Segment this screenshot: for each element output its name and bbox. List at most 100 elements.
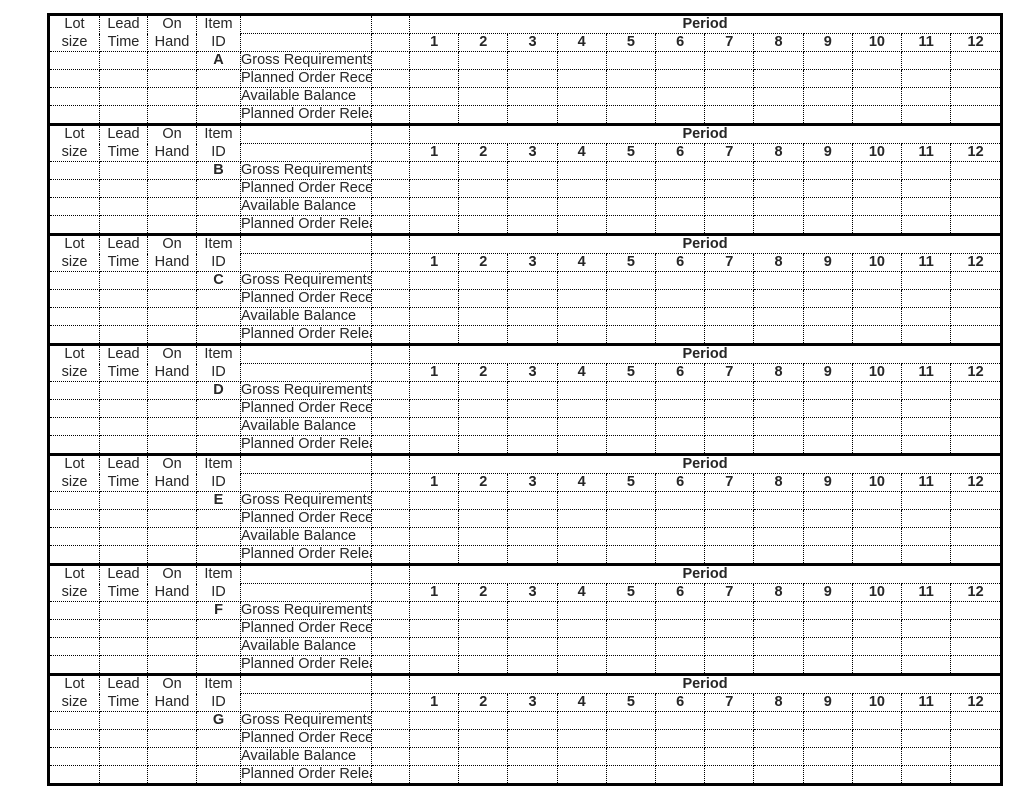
period-value-cell[interactable]: [655, 197, 706, 216]
period-value-cell[interactable]: [557, 417, 607, 436]
period-value-cell[interactable]: [458, 417, 509, 436]
period-value-cell[interactable]: [458, 491, 509, 510]
period-value-cell[interactable]: [458, 509, 509, 528]
lot-size-cell[interactable]: [50, 729, 100, 748]
period-value-cell[interactable]: [901, 601, 952, 620]
period-value-cell[interactable]: [606, 637, 657, 656]
item-id-cell[interactable]: [196, 545, 241, 563]
period-value-cell[interactable]: [606, 197, 657, 216]
lead-time-cell[interactable]: [99, 325, 148, 343]
period-value-cell[interactable]: [803, 417, 853, 436]
period-value-cell[interactable]: [704, 381, 755, 400]
on-hand-cell[interactable]: [147, 417, 197, 436]
period-value-cell[interactable]: [803, 307, 853, 326]
period-value-cell[interactable]: [803, 527, 853, 546]
period-value-cell[interactable]: [557, 289, 607, 308]
period-value-cell[interactable]: [606, 105, 657, 123]
period-value-cell[interactable]: [901, 289, 952, 308]
lot-size-cell[interactable]: [50, 711, 100, 730]
period-value-cell[interactable]: [803, 105, 853, 123]
item-id-cell[interactable]: G: [196, 711, 241, 730]
period-value-cell[interactable]: [753, 509, 804, 528]
on-hand-cell[interactable]: [147, 527, 197, 546]
period-value-cell[interactable]: [950, 197, 1000, 216]
period-value-cell[interactable]: [655, 435, 706, 453]
period-value-cell[interactable]: [557, 765, 607, 783]
period-value-cell[interactable]: [753, 325, 804, 343]
period-value-cell[interactable]: [950, 69, 1000, 88]
lot-size-cell[interactable]: [50, 619, 100, 638]
on-hand-cell[interactable]: [147, 307, 197, 326]
period-value-cell[interactable]: [803, 509, 853, 528]
period-value-cell[interactable]: [803, 491, 853, 510]
period-value-cell[interactable]: [852, 179, 903, 198]
period-value-cell[interactable]: [606, 69, 657, 88]
lead-time-cell[interactable]: [99, 69, 148, 88]
lead-time-cell[interactable]: [99, 381, 148, 400]
period-value-cell[interactable]: [950, 491, 1000, 510]
period-value-cell[interactable]: [753, 619, 804, 638]
period-value-cell[interactable]: [753, 527, 804, 546]
period-value-cell[interactable]: [803, 271, 853, 290]
period-value-cell[interactable]: [409, 527, 460, 546]
period-value-cell[interactable]: [901, 51, 952, 70]
lot-size-cell[interactable]: [50, 215, 100, 233]
lot-size-cell[interactable]: [50, 435, 100, 453]
period-value-cell[interactable]: [655, 747, 706, 766]
lot-size-cell[interactable]: [50, 307, 100, 326]
period-value-cell[interactable]: [901, 271, 952, 290]
period-value-cell[interactable]: [507, 307, 558, 326]
period-value-cell[interactable]: [951, 216, 1000, 234]
period-value-cell[interactable]: [803, 325, 853, 343]
period-value-cell[interactable]: [507, 637, 558, 656]
lead-time-cell[interactable]: [99, 179, 148, 198]
period-value-cell[interactable]: [557, 197, 607, 216]
period-value-cell[interactable]: [655, 509, 706, 528]
period-value-cell[interactable]: [409, 105, 460, 123]
period-value-cell[interactable]: [852, 601, 903, 620]
lot-size-cell[interactable]: [50, 51, 100, 70]
period-value-cell[interactable]: [950, 51, 1000, 70]
period-value-cell[interactable]: [950, 509, 1000, 528]
lot-size-cell[interactable]: [50, 399, 100, 418]
period-value-cell[interactable]: [753, 491, 804, 510]
period-value-cell[interactable]: [458, 399, 509, 418]
on-hand-cell[interactable]: [147, 325, 197, 343]
lot-size-cell[interactable]: [50, 637, 100, 656]
item-id-cell[interactable]: [196, 619, 241, 638]
period-value-cell[interactable]: [409, 417, 460, 436]
lead-time-cell[interactable]: [99, 161, 148, 180]
period-value-cell[interactable]: [557, 601, 607, 620]
period-value-cell[interactable]: [409, 179, 460, 198]
period-value-cell[interactable]: [557, 435, 607, 453]
period-value-cell[interactable]: [458, 179, 509, 198]
period-value-cell[interactable]: [507, 747, 558, 766]
period-value-cell[interactable]: [458, 545, 509, 563]
period-value-cell[interactable]: [409, 747, 460, 766]
period-value-cell[interactable]: [606, 417, 657, 436]
period-value-cell[interactable]: [852, 51, 903, 70]
item-id-cell[interactable]: [196, 215, 241, 233]
period-value-cell[interactable]: [507, 619, 558, 638]
period-value-cell[interactable]: [753, 289, 804, 308]
item-id-cell[interactable]: [196, 435, 241, 453]
period-value-cell[interactable]: [507, 105, 558, 123]
period-value-cell[interactable]: [606, 765, 657, 783]
period-value-cell[interactable]: [951, 766, 1000, 784]
item-id-cell[interactable]: E: [196, 491, 241, 510]
period-value-cell[interactable]: [950, 637, 1000, 656]
period-value-cell[interactable]: [852, 527, 903, 546]
period-value-cell[interactable]: [852, 161, 903, 180]
lead-time-cell[interactable]: [99, 435, 148, 453]
period-value-cell[interactable]: [409, 289, 460, 308]
period-value-cell[interactable]: [409, 271, 460, 290]
period-value-cell[interactable]: [704, 197, 755, 216]
lot-size-cell[interactable]: [50, 509, 100, 528]
period-value-cell[interactable]: [458, 215, 509, 233]
period-value-cell[interactable]: [950, 711, 1000, 730]
period-value-cell[interactable]: [901, 435, 952, 453]
period-value-cell[interactable]: [753, 637, 804, 656]
item-id-cell[interactable]: [196, 655, 241, 673]
item-id-cell[interactable]: [196, 729, 241, 748]
period-value-cell[interactable]: [901, 197, 952, 216]
